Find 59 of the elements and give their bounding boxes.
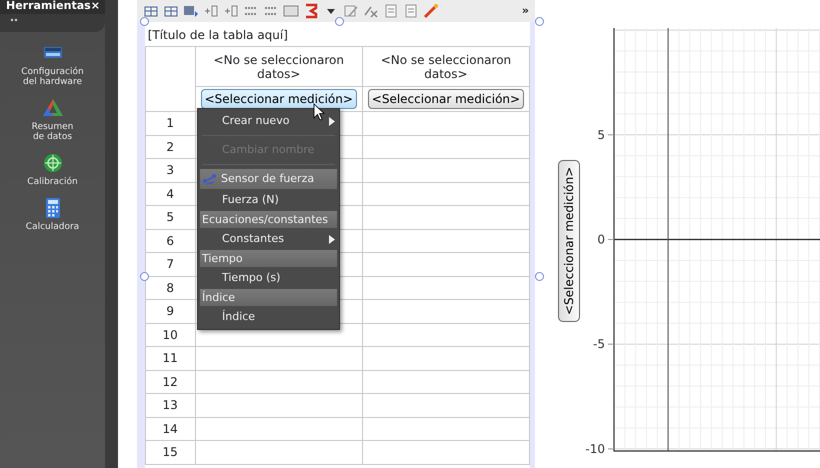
y-tick-label: 5 xyxy=(597,128,605,142)
wand-icon[interactable] xyxy=(422,3,439,19)
tick-mark xyxy=(608,448,614,450)
tool-label[interactable]: Calibración xyxy=(27,177,78,187)
select-measurement-button[interactable]: <Seleccionar medición> xyxy=(368,89,524,109)
panel-title: Herramientas xyxy=(6,0,91,14)
tick-mark xyxy=(608,239,614,240)
table-icon[interactable] xyxy=(182,3,199,19)
tool-label[interactable]: Configuración del hardware xyxy=(21,67,84,87)
menu-item[interactable]: Tiempo (s) xyxy=(198,268,339,288)
tick-mark xyxy=(608,344,614,345)
column-header: <No se seleccionaron datos> xyxy=(214,52,344,80)
menu-category: Índice xyxy=(200,289,337,306)
submenu-arrow-icon xyxy=(329,234,335,244)
table-title[interactable]: [Título de la tabla aquí] xyxy=(144,22,530,46)
row-number: 1 xyxy=(166,116,174,130)
sensor-label: Sensor de fuerza xyxy=(221,171,314,187)
y-tick-label: 0 xyxy=(597,232,605,246)
page-icon[interactable] xyxy=(402,3,419,19)
tool-label[interactable]: Calculadora xyxy=(26,222,80,232)
menu-category: Tiempo xyxy=(200,250,337,267)
menu-item[interactable]: Índice xyxy=(198,307,339,327)
tool-label[interactable]: Resumen de datos xyxy=(32,122,74,142)
row-number: 4 xyxy=(166,186,174,201)
row-number: 8 xyxy=(166,280,174,295)
axis-select-button[interactable]: <Seleccionar medición> xyxy=(558,160,580,322)
row-number: 5 xyxy=(166,210,174,224)
resize-handle[interactable] xyxy=(140,272,149,281)
crosshair-icon[interactable] xyxy=(42,152,64,174)
row-number: 15 xyxy=(162,445,178,460)
row-number: 3 xyxy=(166,163,174,178)
page-icon[interactable] xyxy=(382,3,399,19)
submenu-arrow-icon xyxy=(329,116,335,126)
row-number: 11 xyxy=(162,351,178,366)
y-tick-label: -5 xyxy=(593,337,605,352)
resize-handle[interactable] xyxy=(534,272,544,281)
close-button[interactable]: × xyxy=(90,0,100,14)
y-tick-label: -10 xyxy=(585,442,605,456)
menu-item[interactable]: Fuerza (N) xyxy=(198,190,339,210)
column-header: <No se seleccionaron datos> xyxy=(380,52,512,80)
tick-mark xyxy=(608,134,614,136)
row-number: 6 xyxy=(166,234,174,248)
add-column-icon[interactable] xyxy=(222,3,239,19)
menu-category: Ecuaciones/constantes xyxy=(200,211,337,228)
scrollbar[interactable] xyxy=(105,0,118,468)
row-number: 7 xyxy=(166,257,174,272)
row-number: 12 xyxy=(162,374,178,389)
row-number: 14 xyxy=(162,422,178,436)
row-number: 10 xyxy=(162,328,178,342)
triangle-icon[interactable] xyxy=(42,97,64,119)
row-number: 2 xyxy=(166,140,174,154)
row-number: 13 xyxy=(162,398,178,412)
select-measurement-button[interactable]: <Seleccionar medición> xyxy=(200,89,357,109)
add-column-icon[interactable] xyxy=(202,3,219,19)
mouse-pointer-icon xyxy=(313,103,325,121)
overflow-button[interactable]: » xyxy=(522,2,529,20)
resize-handle[interactable] xyxy=(534,17,544,26)
row-number: 9 xyxy=(166,304,174,318)
sensor-icon xyxy=(202,173,218,185)
